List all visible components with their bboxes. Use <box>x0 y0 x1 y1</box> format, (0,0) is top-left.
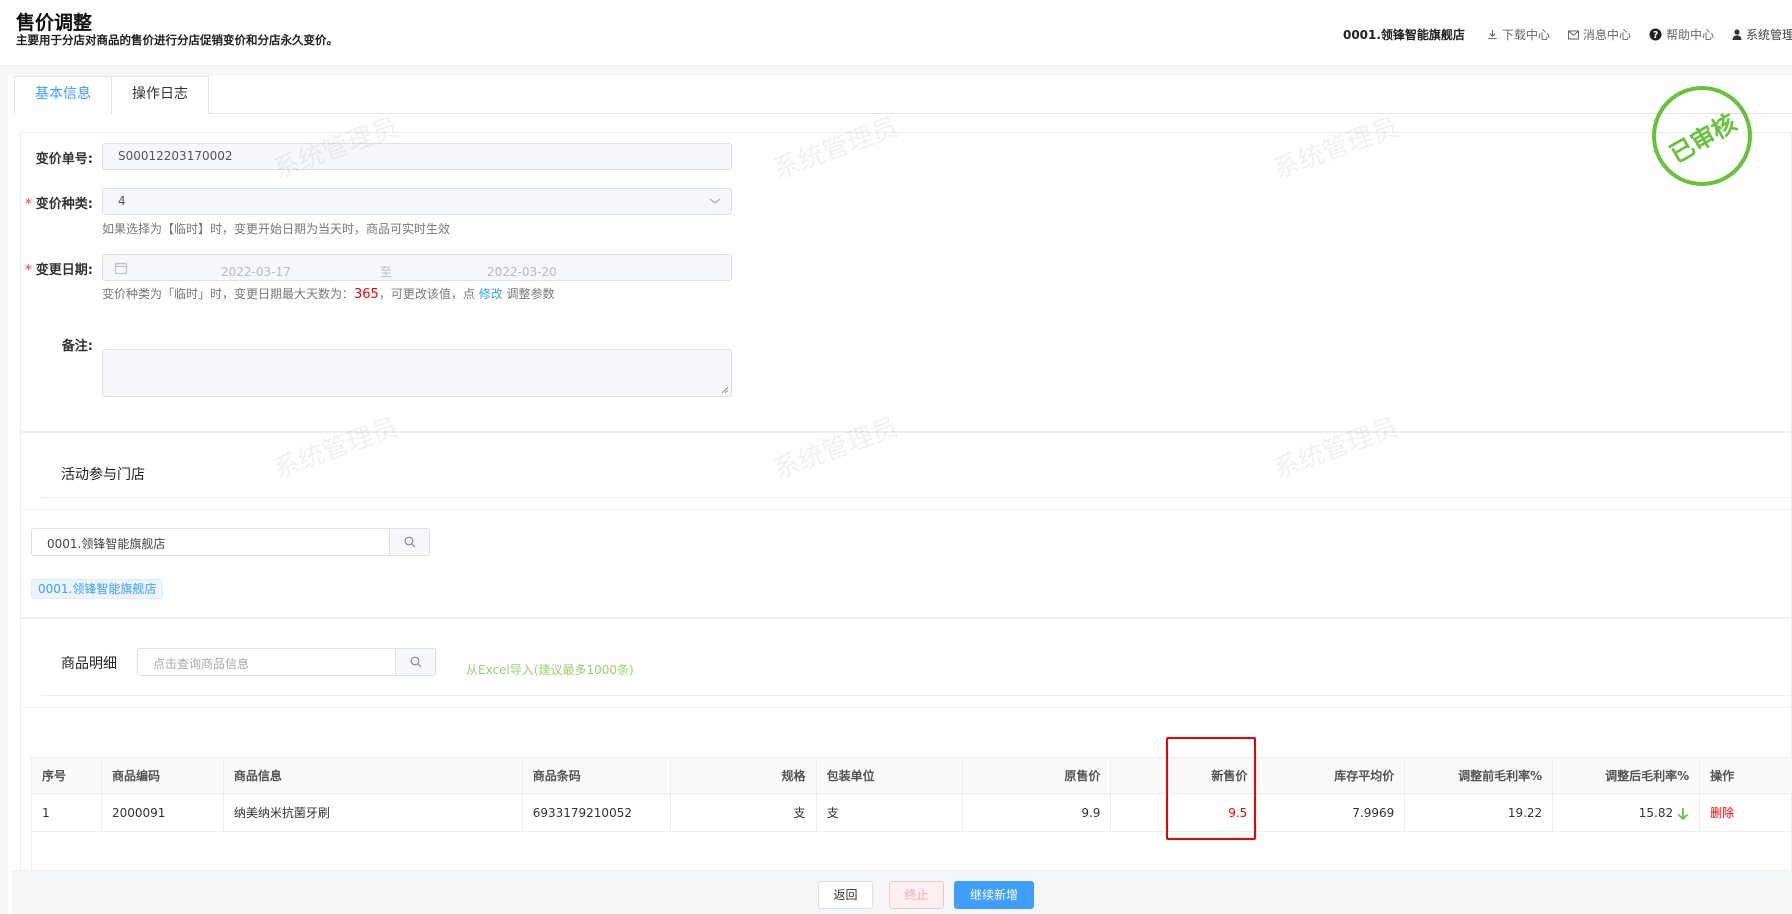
date-end: 2022-03-20 <box>487 265 557 279</box>
back-button[interactable]: 返回 <box>818 881 873 909</box>
table-header-row: 序号 商品编码 商品信息 商品条码 规格 包装单位 原售价 新售价 库存平均价 … <box>32 758 1792 794</box>
cell-unit: 支 <box>816 794 964 832</box>
cell-margin-after: 15.82 <box>1553 794 1701 832</box>
download-icon <box>1488 29 1497 40</box>
order-no-label: 变价单号: <box>35 152 93 167</box>
calendar-icon <box>115 262 127 274</box>
approved-stamp: 已审核 <box>1652 86 1752 186</box>
cell-spec: 支 <box>670 794 817 832</box>
search-icon <box>410 656 421 668</box>
page-subtitle: 主要用于分店对商品的售价进行分店促销变价和分店永久变价。 <box>16 33 338 47</box>
divider <box>41 695 1791 696</box>
store-search-input[interactable]: 0001.领锋智能旗舰店 <box>31 528 430 556</box>
delete-row-button[interactable]: 删除 <box>1700 794 1792 832</box>
date-start: 2022-03-17 <box>221 265 291 279</box>
col-avg-cost: 库存平均价 <box>1258 758 1406 794</box>
help-icon: ? <box>1649 28 1662 41</box>
goods-search-button[interactable] <box>395 649 435 675</box>
stores-section-title: 活动参与门店 <box>61 467 145 483</box>
arrow-down-icon <box>1677 807 1689 820</box>
continue-add-button[interactable]: 继续新增 <box>954 881 1034 909</box>
help-center-label: 帮助中心 <box>1665 28 1714 42</box>
participating-stores-section: 活动参与门店 0001.领锋智能旗舰店 0001.领锋智能旗舰店 <box>20 432 1792 618</box>
download-center-link[interactable]: 下载中心 <box>1487 26 1550 43</box>
remark-textarea[interactable] <box>102 349 732 397</box>
search-icon <box>404 536 415 548</box>
date-separator: 至 <box>380 265 393 279</box>
date-range-picker[interactable]: 2022-03-17 至 2022-03-20 <box>102 254 732 281</box>
modify-param-link[interactable]: 修改 <box>479 287 503 301</box>
store-search-button[interactable] <box>389 529 429 555</box>
col-old-price: 原售价 <box>963 758 1112 794</box>
basic-info-form: 变价单号: S00012203170002 * 变价种类: 4 如果选择为【临时】… <box>20 132 1792 432</box>
date-label: * 变更日期: <box>24 263 93 278</box>
download-center-label: 下载中心 <box>1501 28 1550 42</box>
cell-barcode: 6933179210052 <box>522 794 671 832</box>
type-select[interactable]: 4 <box>102 188 732 215</box>
col-info: 商品信息 <box>223 758 523 794</box>
type-label: * 变价种类: <box>24 197 93 212</box>
tab-operation-log[interactable]: 操作日志 <box>111 76 209 114</box>
message-center-label: 消息中心 <box>1582 28 1631 42</box>
terminate-button[interactable]: 终止 <box>889 881 944 909</box>
user-name: 系统管理员 <box>1745 28 1792 42</box>
footer-action-bar: 返回 终止 继续新增 <box>12 870 1792 914</box>
order-no-field: S00012203170002 <box>102 143 732 170</box>
col-unit: 包装单位 <box>816 758 964 794</box>
excel-import-link[interactable]: 从Excel导入(建议最多1000条) <box>466 661 634 678</box>
header-toolbar: 0001.领锋智能旗舰店 下载中心 消息中心 ? 帮助中心 系统管理员 <box>1343 26 1792 43</box>
page-header: 售价调整 主要用于分店对商品的售价进行分店促销变价和分店永久变价。 0001.领… <box>0 0 1792 66</box>
help-center-link[interactable]: ? 帮助中心 <box>1649 26 1714 43</box>
col-action: 操作 <box>1700 758 1792 794</box>
col-seq: 序号 <box>32 758 102 794</box>
mail-icon <box>1567 29 1579 40</box>
goods-search-input[interactable]: 点击查询商品信息 <box>137 648 436 676</box>
svg-text:?: ? <box>1653 30 1658 41</box>
tab-bar: 基本信息 操作日志 <box>14 76 1792 115</box>
divider <box>21 707 1791 708</box>
cell-code: 2000091 <box>101 794 224 832</box>
remark-label: 备注: <box>61 339 93 354</box>
content-panel: 基本信息 操作日志 变价单号: S00012203170002 * 变价种类: 4… <box>8 76 1792 914</box>
cell-seq: 1 <box>32 794 102 832</box>
col-margin-after: 调整后毛利率% <box>1553 758 1701 794</box>
user-menu[interactable]: 系统管理员 <box>1732 26 1792 43</box>
selected-store-tag[interactable]: 0001.领锋智能旗舰店 <box>31 579 164 599</box>
current-store[interactable]: 0001.领锋智能旗舰店 <box>1343 26 1465 43</box>
type-hint: 如果选择为【临时】时，变更开始日期为当天时，商品可实时生效 <box>102 222 451 236</box>
col-margin-before: 调整前毛利率% <box>1405 758 1554 794</box>
cell-info: 纳美纳米抗菌牙刷 <box>223 794 523 832</box>
page-title: 售价调整 <box>16 12 93 34</box>
divider <box>41 497 1791 498</box>
divider <box>21 509 1791 510</box>
tab-basic-info[interactable]: 基本信息 <box>14 76 112 115</box>
max-days-value: 365 <box>354 287 379 302</box>
goods-table: 序号 商品编码 商品信息 商品条码 规格 包装单位 原售价 新售价 库存平均价 … <box>31 757 1792 872</box>
date-hint: 变价种类为「临时」时，变更日期最大天数为：365，可更改该值，点 修改 调整参数 <box>102 287 555 302</box>
goods-section-title: 商品明细 <box>61 656 117 672</box>
chevron-down-icon <box>709 198 721 204</box>
col-code: 商品编码 <box>101 758 224 794</box>
new-price-highlight-box <box>1166 737 1256 840</box>
col-spec: 规格 <box>670 758 817 794</box>
user-icon <box>1732 29 1742 40</box>
table-empty-area <box>32 832 1792 872</box>
cell-margin-before: 19.22 <box>1405 794 1554 832</box>
cell-avg-cost: 7.9969 <box>1258 794 1406 832</box>
table-row: 1 2000091 纳美纳米抗菌牙刷 6933179210052 支 支 9.9… <box>32 794 1792 832</box>
main-area: 基本信息 操作日志 变价单号: S00012203170002 * 变价种类: 4… <box>0 66 1792 914</box>
cell-old-price: 9.9 <box>963 794 1112 832</box>
col-barcode: 商品条码 <box>522 758 671 794</box>
resize-handle-icon <box>721 386 729 394</box>
message-center-link[interactable]: 消息中心 <box>1567 26 1631 43</box>
